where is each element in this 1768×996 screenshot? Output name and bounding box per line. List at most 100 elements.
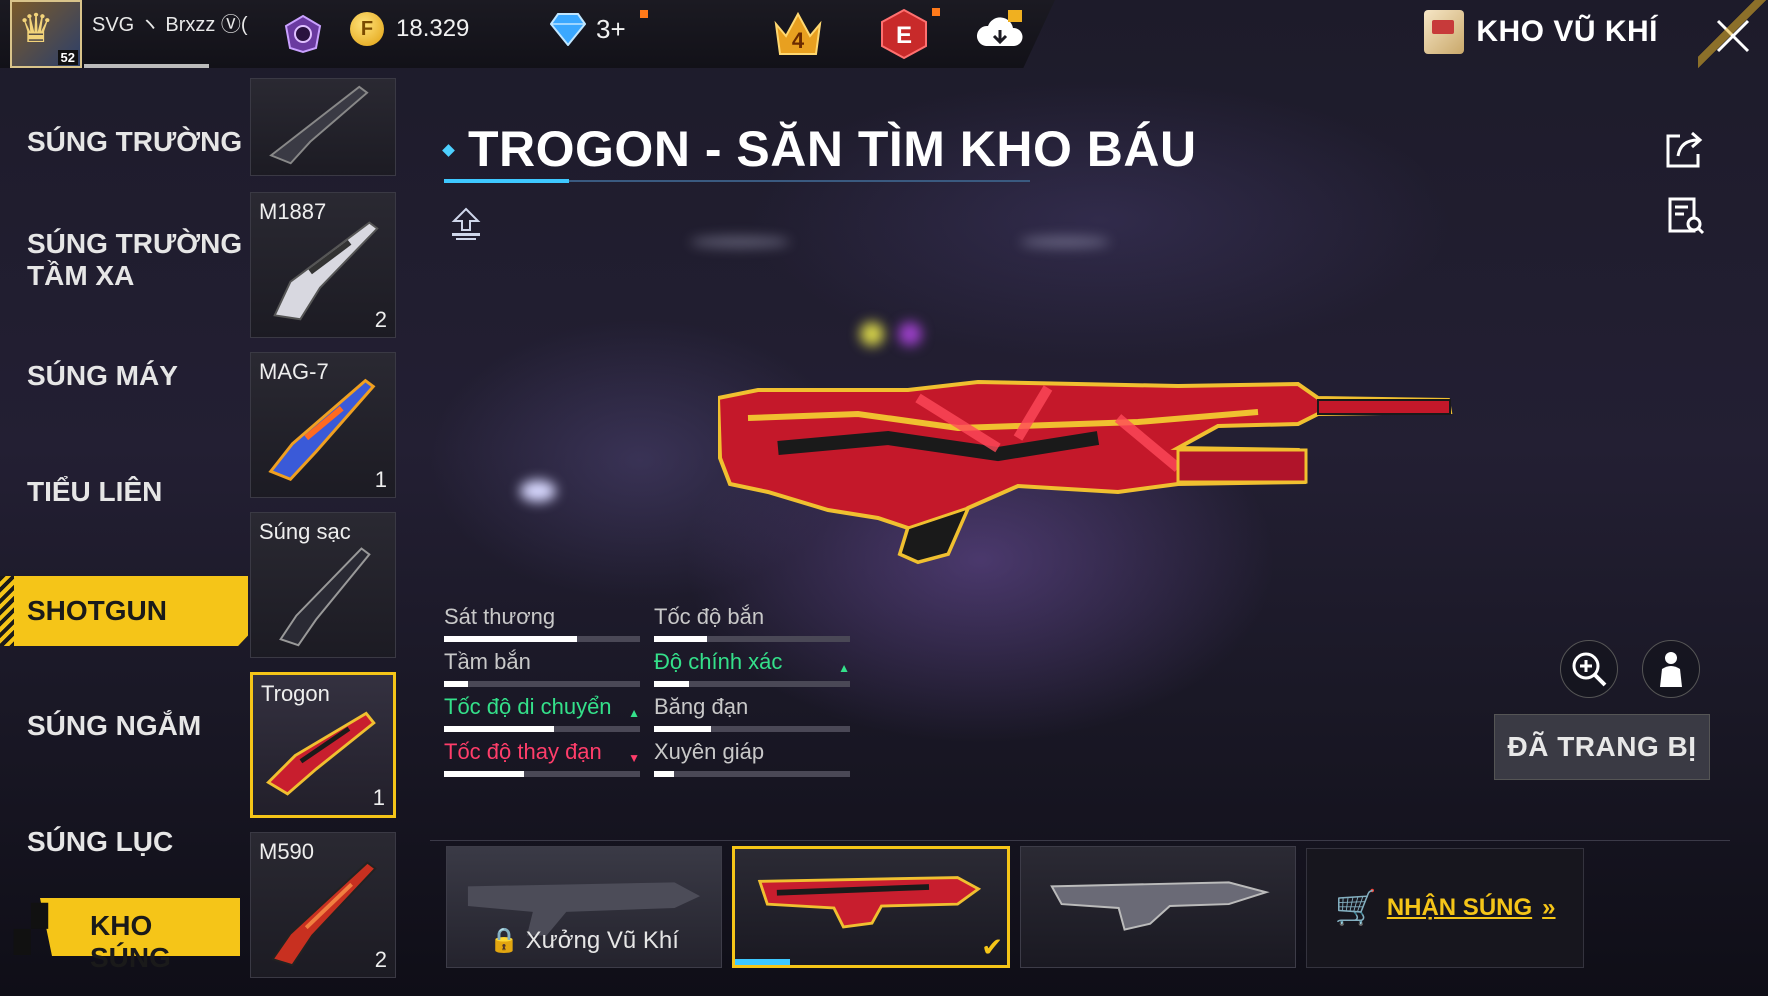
stat-label: Băng đạn <box>654 694 749 719</box>
stat-fill <box>654 681 690 687</box>
weapon-detail-icon[interactable] <box>1666 196 1706 236</box>
gun-vault-button[interactable]: ▞ KHO SÚNG <box>0 886 240 973</box>
diamond-icon <box>550 13 586 46</box>
stat-label: Xuyên giáp <box>654 739 765 764</box>
title-underline <box>444 179 1030 183</box>
guild-emblem-icon[interactable] <box>282 14 324 54</box>
weapon-name: Trogon <box>261 681 330 706</box>
cart-icon: 🛒 <box>1334 889 1377 927</box>
stat-up-arrow-icon: ▲ <box>838 661 850 675</box>
shotgun-thumbnail-icon <box>269 85 369 165</box>
rank-badge-level: 4 <box>792 28 805 53</box>
stat-label: Độ chính xác <box>654 649 783 674</box>
stat-label: Sát thương <box>444 604 556 629</box>
double-chevron-icon: » <box>1542 894 1556 921</box>
stat-damage: Sát thương <box>444 604 640 642</box>
stat-bar <box>444 726 640 732</box>
stat-armor-penetration: Xuyên giáp <box>654 739 850 777</box>
trogon-weapon-model[interactable] <box>718 378 1458 584</box>
stat-label: Tốc độ bắn <box>654 604 765 629</box>
stat-movement-speed: Tốc độ di chuyển ▲ <box>444 694 640 732</box>
weapon-name: Súng sạc <box>259 519 351 544</box>
diamond-value: 3+ <box>596 13 626 44</box>
get-weapon-label: NHẬN SÚNG <box>1386 894 1533 921</box>
weapon-count: 2 <box>374 947 387 972</box>
gun-vault-label: KHO SÚNG <box>90 910 171 973</box>
get-weapon-button[interactable]: 🛒 NHẬN SÚNG » <box>1306 848 1584 968</box>
category-machine-gun[interactable]: SÚNG MÁY <box>0 360 248 392</box>
workshop-text: Xưởng Vũ Khí <box>525 927 679 954</box>
skin-card-trogon-treasure[interactable]: ✔ <box>732 846 1010 968</box>
weapon-card[interactable] <box>250 78 396 176</box>
gold-coin-icon: F <box>350 12 384 46</box>
stat-fill <box>654 726 711 732</box>
category-smg[interactable]: TIỂU LIÊN <box>0 476 248 508</box>
stat-fill <box>654 771 674 777</box>
cloud-gift-icon[interactable] <box>972 6 1028 62</box>
stat-bar <box>444 771 640 777</box>
close-button[interactable] <box>1698 0 1768 72</box>
trogon-skin-icon <box>757 876 982 929</box>
pistol-icon: ▞ <box>14 905 48 954</box>
weapon-count: 1 <box>372 785 385 810</box>
stat-fill <box>444 636 578 642</box>
weapon-count: 2 <box>374 307 387 332</box>
notification-dot <box>932 8 940 16</box>
category-pistol[interactable]: SÚNG LỤC <box>0 826 248 858</box>
stat-bar <box>444 681 640 687</box>
gold-counter[interactable]: F 18.329 <box>350 12 469 46</box>
stat-bar <box>654 636 850 642</box>
arsenal-book-icon <box>1424 10 1465 54</box>
close-icon <box>1716 19 1750 53</box>
character-preview-button[interactable] <box>1642 640 1700 698</box>
stat-down-arrow-icon: ▼ <box>628 751 640 765</box>
stat-bar <box>654 771 850 777</box>
category-sniper[interactable]: SÚNG NGẮM <box>0 710 248 742</box>
notification-dot <box>640 10 648 18</box>
weapon-card-m590[interactable]: M590 2 <box>250 832 396 978</box>
page-title: KHO VŨ KHÍ <box>1476 15 1658 48</box>
weapon-workshop-card[interactable]: 🔒 Xưởng Vũ Khí <box>446 846 722 968</box>
upgrade-icon[interactable] <box>448 206 484 242</box>
equipped-button[interactable]: ĐÃ TRANG BỊ <box>1494 714 1710 780</box>
avatar[interactable]: ♛ 52 <box>10 0 82 68</box>
player-level: 52 <box>57 50 78 65</box>
category-marksman-rifle[interactable]: SÚNG TRƯỜNG TẦM XA <box>0 228 248 292</box>
weapon-card-mag7[interactable]: MAG-7 1 <box>250 352 396 498</box>
stat-range: Tầm bắn <box>444 649 640 687</box>
default-skin-icon <box>1050 881 1270 931</box>
workshop-label: 🔒 Xưởng Vũ Khí <box>447 926 721 955</box>
elite-pass-icon[interactable]: E <box>876 6 932 62</box>
stat-rate-of-fire: Tốc độ bắn <box>654 604 850 642</box>
weapon-name: M590 <box>259 839 315 864</box>
background-light <box>860 322 884 346</box>
stat-accuracy: Độ chính xác ▲ <box>654 649 850 687</box>
weapon-name: MAG-7 <box>259 359 329 384</box>
elite-pass-letter: E <box>896 22 912 49</box>
player-name: SVG ヽ Brxzz Ⓥ( <box>92 14 248 36</box>
lock-icon: 🔒 <box>489 927 519 954</box>
stat-bar <box>654 681 850 687</box>
weapon-card-charge-buster[interactable]: Súng sạc <box>250 512 396 658</box>
weapon-card-trogon[interactable]: Trogon 1 <box>250 672 396 818</box>
weapon-card-m1887[interactable]: M1887 2 <box>250 192 396 338</box>
stat-fill <box>444 681 468 687</box>
stat-label: Tốc độ thay đạn <box>444 739 602 764</box>
diamond-counter[interactable]: 3+ <box>550 12 626 46</box>
weapon-name: M1887 <box>259 199 327 224</box>
share-icon[interactable] <box>1662 128 1706 172</box>
gold-value: 18.329 <box>396 15 470 42</box>
character-pose-icon <box>1660 652 1682 687</box>
checkmark-icon: ✔ <box>981 932 1003 962</box>
skin-card-default[interactable] <box>1020 846 1296 968</box>
background-light <box>520 480 556 502</box>
weapon-count: 1 <box>374 467 387 492</box>
background-light <box>1020 236 1110 248</box>
rank-badge-icon[interactable]: 4 <box>770 6 826 62</box>
zoom-button[interactable] <box>1560 640 1618 698</box>
crown-icon: ♛ <box>18 7 54 51</box>
stat-fill <box>654 636 707 642</box>
category-rifle[interactable]: SÚNG TRƯỜNG <box>0 126 248 158</box>
weapon-title: TROGON - SĂN TÌM KHO BÁU <box>468 121 1197 177</box>
category-shotgun[interactable]: SHOTGUN <box>0 576 248 646</box>
